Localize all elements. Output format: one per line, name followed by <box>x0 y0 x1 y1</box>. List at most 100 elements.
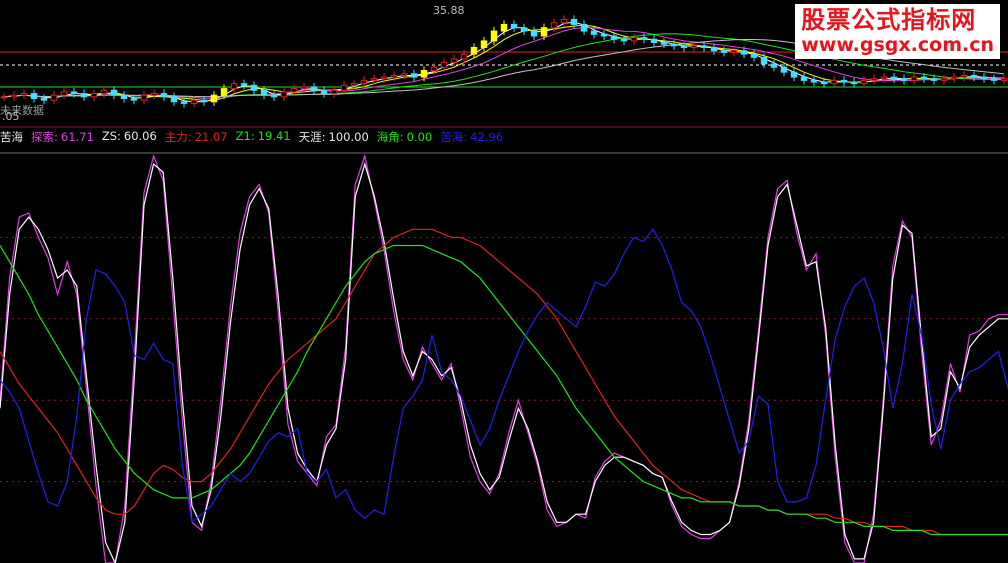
candle-body <box>330 89 338 95</box>
candle-body <box>10 94 18 98</box>
candle-body <box>530 30 538 37</box>
candle-body <box>400 73 408 76</box>
candle-body <box>230 83 238 90</box>
candle-body <box>0 96 8 99</box>
candle-body <box>420 70 428 78</box>
candle-body <box>380 76 388 80</box>
candle-body <box>790 71 798 78</box>
candle-body <box>930 78 938 81</box>
indicator-legend: 苦海 探索: 61.71 ZS: 60.06 主力: 21.07 Z1: 19.41 天涯: 10… <box>0 129 511 145</box>
legend-item: 主力: 21.07 <box>165 129 228 145</box>
candle-body <box>960 74 968 78</box>
candle-body <box>290 88 298 93</box>
candle-body <box>610 35 618 40</box>
candle-body <box>390 74 398 78</box>
legend-item: 海角: 0.00 <box>377 129 432 145</box>
candle-body <box>20 93 28 96</box>
candle-body <box>500 23 508 32</box>
legend-value: 0.00 <box>406 130 433 144</box>
candle-body <box>620 38 628 42</box>
low-price-label: .05 <box>2 110 20 123</box>
candle-body <box>320 89 328 95</box>
candle-body <box>220 88 228 96</box>
candle-body <box>940 78 948 81</box>
candle-body <box>280 91 288 98</box>
watermark-title: 股票公式指标网 <box>801 6 977 34</box>
candle-body <box>650 38 658 44</box>
candle-body <box>410 73 418 78</box>
candle-body <box>710 46 718 52</box>
candle-body <box>550 22 558 29</box>
series-line <box>0 161 1008 563</box>
candle-body <box>890 76 898 80</box>
candle-body <box>670 43 678 47</box>
candle-body <box>150 93 158 96</box>
candle-body <box>590 30 598 35</box>
legend-label: 苦海: <box>440 130 468 144</box>
candle-body <box>370 78 378 81</box>
candle-body <box>880 76 888 80</box>
legend-item: 苦海: 42.96 <box>440 129 503 145</box>
legend-label: 天涯: <box>298 130 326 144</box>
peak-price-label: 35.88 <box>433 4 465 17</box>
candle-body <box>510 23 518 29</box>
candle-body <box>240 83 248 86</box>
candle-body <box>660 42 668 45</box>
candle-body <box>130 97 138 101</box>
candle-body <box>820 81 828 85</box>
indicator-name: 苦海 <box>0 130 23 144</box>
legend-value: 42.96 <box>470 130 504 144</box>
candle-body <box>80 93 88 98</box>
candle-body <box>100 89 108 95</box>
legend-item: 天涯: 100.00 <box>299 129 369 145</box>
candle-body <box>980 76 988 80</box>
candle-body <box>800 76 808 81</box>
candle-body <box>810 79 818 83</box>
candle-body <box>460 53 468 60</box>
candle-body <box>850 81 858 85</box>
candle-body <box>60 91 68 96</box>
candle-body <box>840 79 848 83</box>
candle-body <box>900 78 908 81</box>
legend-label: 探索: <box>31 130 58 144</box>
legend-item: Z1: 19.41 <box>236 129 291 145</box>
legend-value: 61.71 <box>60 130 94 144</box>
candle-body <box>30 93 38 99</box>
candle-body <box>470 46 478 55</box>
candle-body <box>910 76 918 81</box>
candle-body <box>90 93 98 98</box>
candle-body <box>310 86 318 91</box>
candle-body <box>250 84 258 91</box>
candle-body <box>780 66 788 73</box>
candle-body <box>40 97 48 101</box>
candle-body <box>540 27 548 37</box>
series-line <box>0 153 1008 563</box>
candle-body <box>770 63 778 68</box>
candle-body <box>350 83 358 86</box>
candle-body <box>600 33 608 37</box>
candle-body <box>560 19 568 24</box>
indicator-panel <box>0 153 1008 563</box>
candle-body <box>300 86 308 90</box>
legend-value: 19.41 <box>257 129 291 143</box>
candle-body <box>640 37 648 40</box>
legend-label: Z1: <box>235 129 255 143</box>
candle-body <box>1000 78 1008 81</box>
series-line <box>0 244 1008 536</box>
candle-body <box>160 93 168 98</box>
candle-body <box>870 78 878 81</box>
candle-body <box>340 84 348 91</box>
site-watermark: 股票公式指标网 www.gsgx.com.cn <box>795 4 1000 59</box>
candle-body <box>430 66 438 72</box>
candle-body <box>680 45 688 48</box>
candle-body <box>570 19 578 25</box>
candle-body <box>50 94 58 101</box>
legend-value: 21.07 <box>194 130 228 144</box>
legend-value: 100.00 <box>328 130 369 144</box>
candle-body <box>480 40 488 48</box>
series-line <box>0 228 1008 536</box>
candle-body <box>690 45 698 48</box>
legend-label: 主力: <box>164 130 192 144</box>
candle-body <box>440 61 448 68</box>
candle-body <box>990 78 998 81</box>
